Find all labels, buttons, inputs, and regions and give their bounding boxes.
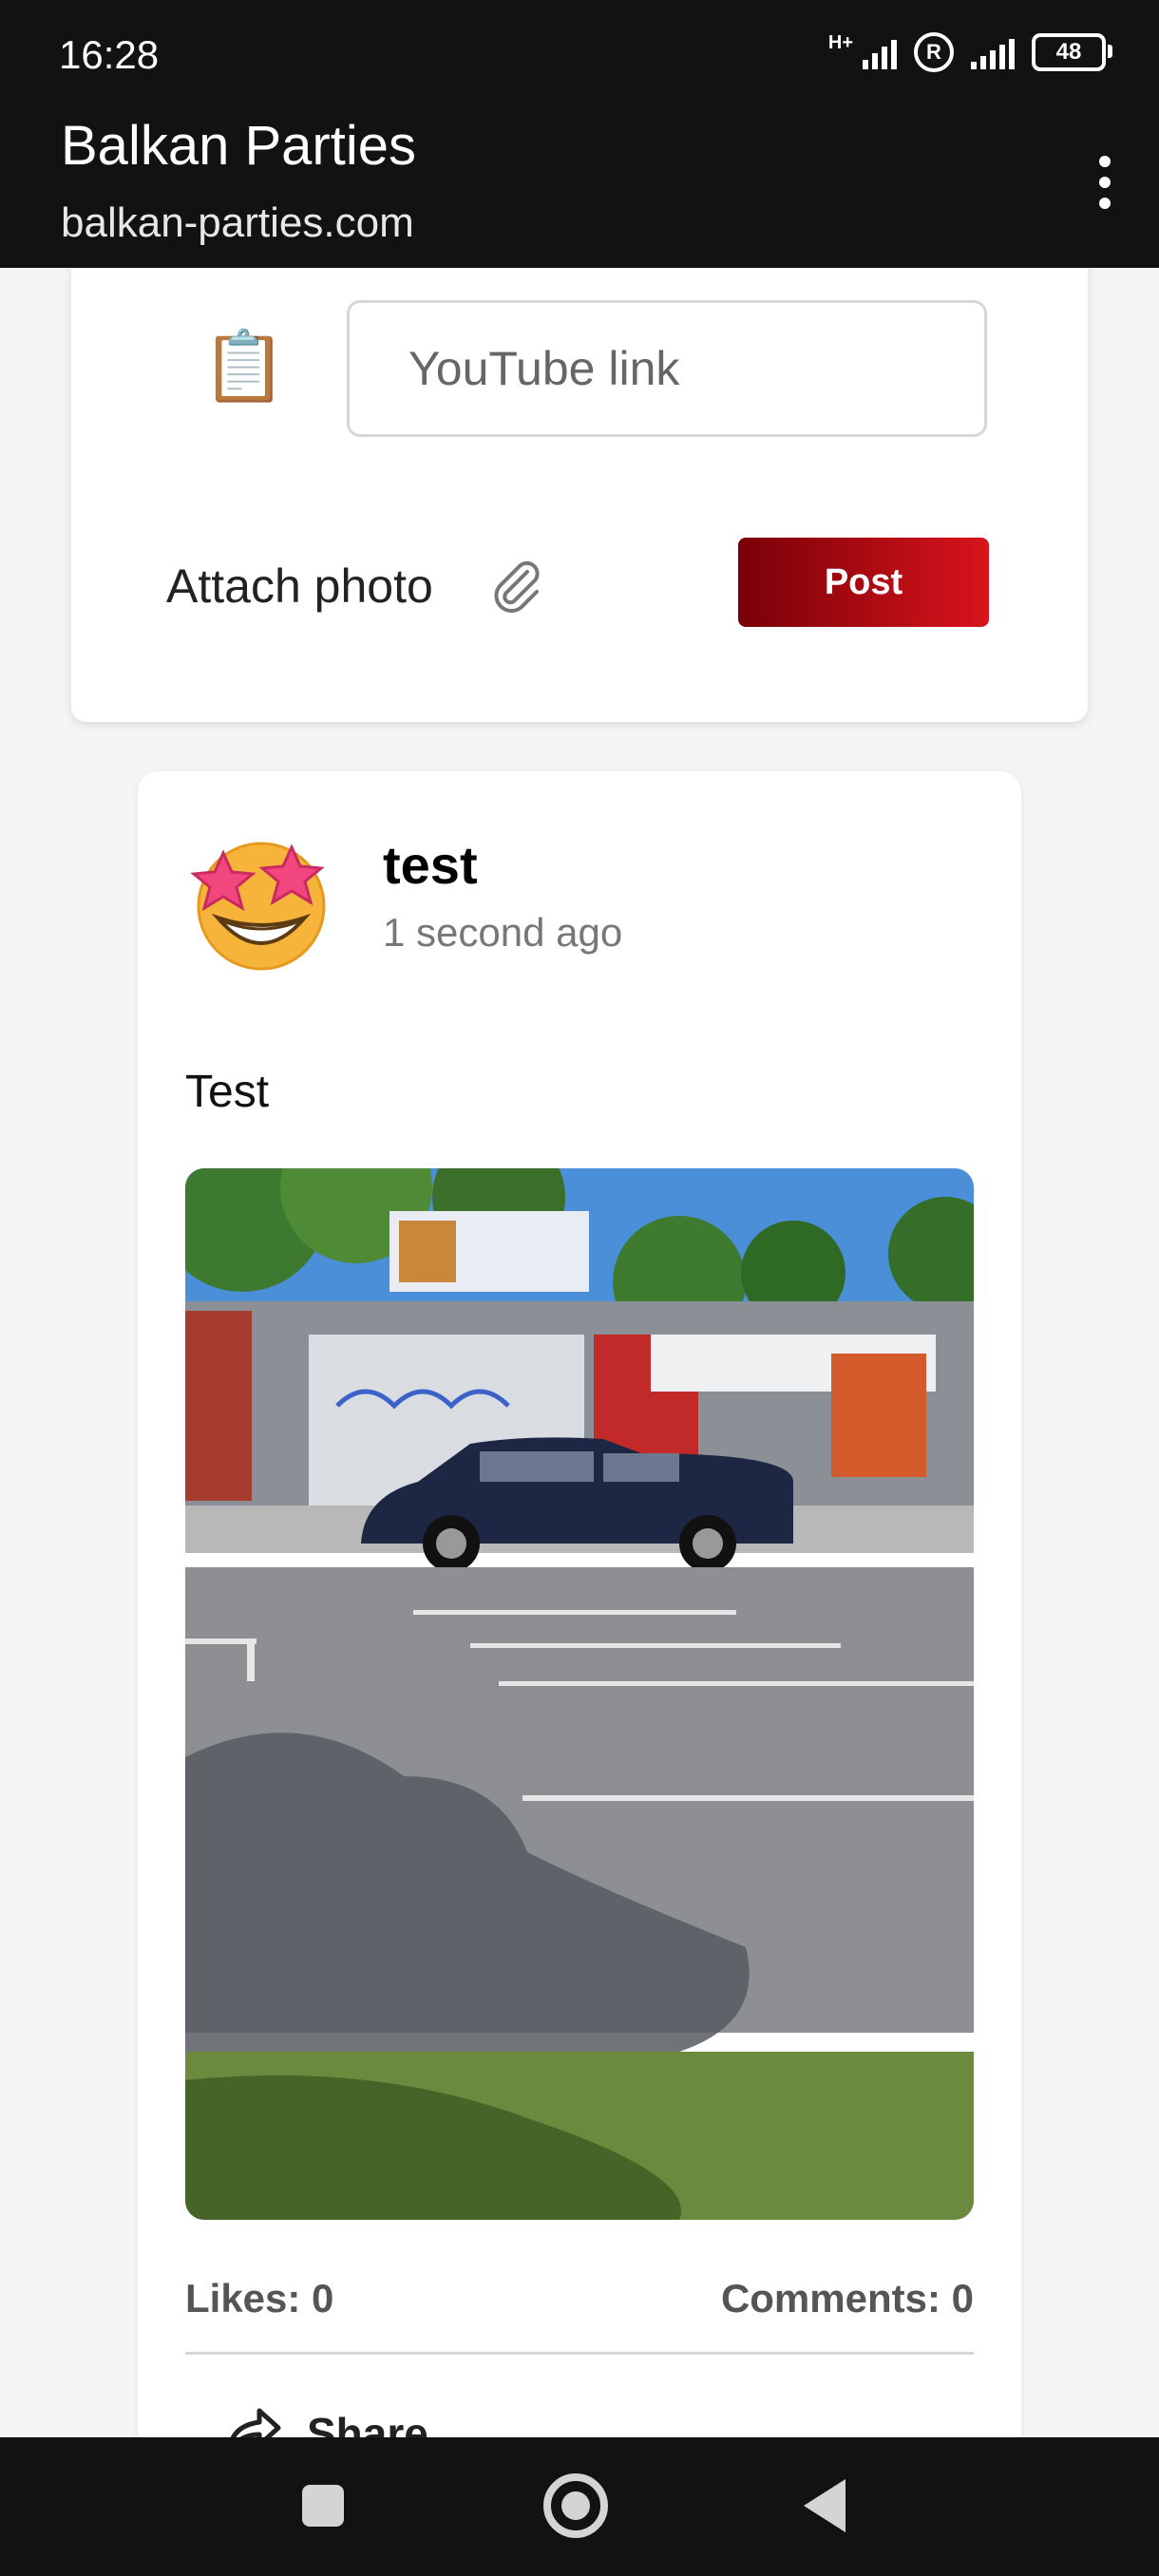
post-text: Test xyxy=(185,1067,270,1117)
kebab-menu-icon[interactable] xyxy=(1091,156,1119,209)
post-timestamp: 1 second ago xyxy=(383,910,623,955)
signal-icon xyxy=(863,35,897,69)
divider xyxy=(185,2352,974,2355)
roaming-icon: R xyxy=(914,32,954,72)
status-icons: H+ R 48 xyxy=(827,32,1112,72)
star-struck-emoji xyxy=(190,842,326,971)
page-url[interactable]: balkan-parties.com xyxy=(61,199,414,247)
back-triangle-icon[interactable] xyxy=(804,2479,846,2532)
post-author[interactable]: test xyxy=(383,834,478,896)
paperclip-icon[interactable] xyxy=(487,557,544,614)
browser-header: 16:28 H+ R 48 Balkan Parties balkan-part… xyxy=(0,0,1159,268)
post-card: test 1 second ago Test Likes: 0 Comments… xyxy=(138,771,1021,2576)
system-nav-bar xyxy=(0,2437,1159,2576)
network-type: H+ xyxy=(827,32,853,53)
post-composer: 📋 Attach photo Post xyxy=(71,228,1088,722)
attach-photo-label[interactable]: Attach photo xyxy=(166,559,433,614)
signal-icon xyxy=(971,35,1015,69)
recents-square-icon[interactable] xyxy=(302,2485,344,2527)
youtube-link-input[interactable] xyxy=(347,300,987,437)
comments-count[interactable]: Comments: 0 xyxy=(721,2276,974,2321)
post-photo[interactable] xyxy=(185,1168,974,2220)
status-time: 16:28 xyxy=(59,32,160,77)
page-title: Balkan Parties xyxy=(61,115,416,177)
post-button[interactable]: Post xyxy=(738,538,989,627)
home-circle-icon[interactable] xyxy=(543,2473,608,2538)
likes-count[interactable]: Likes: 0 xyxy=(185,2276,333,2321)
battery-icon: 48 xyxy=(1032,33,1112,71)
battery-level: 48 xyxy=(1055,39,1082,65)
clipboard-icon: 📋 xyxy=(201,329,287,405)
